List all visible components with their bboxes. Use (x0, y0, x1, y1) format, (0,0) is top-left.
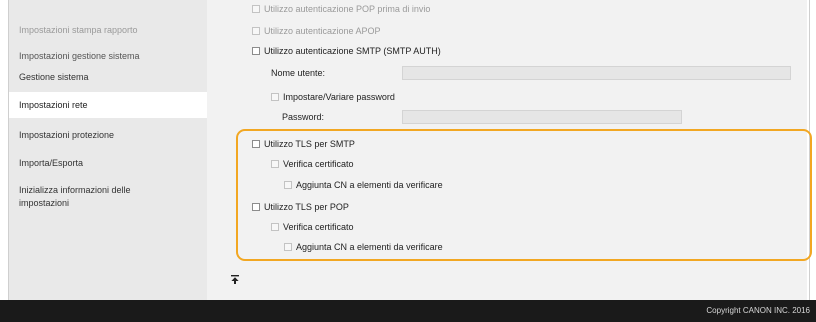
username-field[interactable] (402, 66, 791, 80)
footer: Copyright CANON INC. 2016 (0, 300, 816, 322)
smtp-auth-label: Utilizzo autenticazione SMTP (SMTP AUTH) (264, 46, 441, 56)
back-to-top-icon[interactable] (231, 275, 239, 284)
apop-checkbox[interactable] (252, 27, 260, 35)
set-password-row: Impostare/Variare password (271, 90, 395, 104)
smtp-auth-checkbox[interactable] (252, 47, 260, 55)
sidebar-item-report-print-settings[interactable]: Impostazioni stampa rapporto (9, 17, 207, 43)
password-label: Password: (282, 112, 325, 122)
sidebar-item-security-settings[interactable]: Impostazioni protezione (9, 122, 207, 148)
sidebar-item-system-management[interactable]: Gestione sistema (9, 64, 207, 90)
password-field[interactable] (402, 110, 682, 124)
username-label: Nome utente: (271, 68, 326, 78)
page-frame: Impostazioni stampa rapporto Impostazion… (8, 0, 812, 300)
set-password-label: Impostare/Variare password (283, 92, 395, 102)
set-password-checkbox[interactable] (271, 93, 279, 101)
apop-row: Utilizzo autenticazione APOP (252, 24, 381, 38)
pop-auth-label: Utilizzo autenticazione POP prima di inv… (264, 4, 431, 14)
pop-auth-row: Utilizzo autenticazione POP prima di inv… (252, 2, 430, 16)
apop-label: Utilizzo autenticazione APOP (264, 26, 381, 36)
sidebar-item-initialize-settings[interactable]: Inizializza informazioni delle impostazi… (9, 180, 179, 218)
tls-highlight-box (236, 129, 812, 261)
settings-panel: Utilizzo autenticazione POP prima di inv… (207, 0, 812, 300)
sidebar-item-import-export[interactable]: Importa/Esporta (9, 150, 207, 176)
pop-auth-checkbox[interactable] (252, 5, 260, 13)
copyright-text: Copyright CANON INC. 2016 (706, 306, 810, 315)
sidebar: Impostazioni stampa rapporto Impostazion… (9, 0, 207, 300)
sidebar-item-network-settings[interactable]: Impostazioni rete (9, 92, 207, 118)
smtp-auth-row: Utilizzo autenticazione SMTP (SMTP AUTH) (252, 44, 441, 58)
